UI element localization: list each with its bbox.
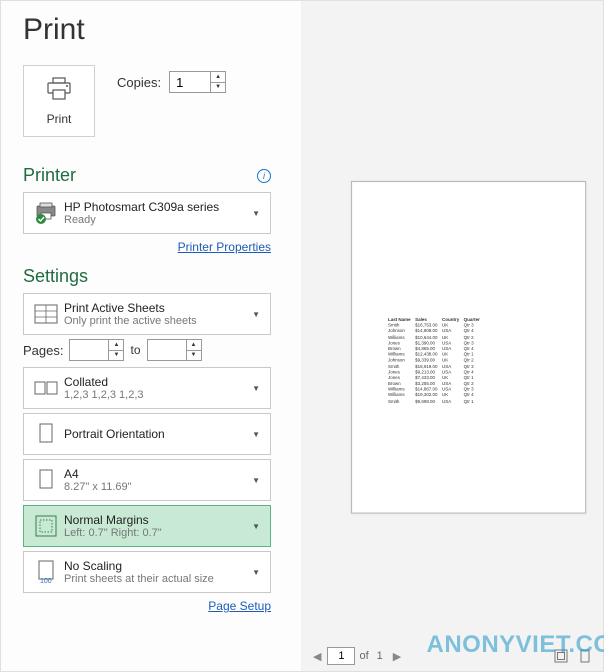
copies-input[interactable] (170, 72, 210, 92)
collated-secondary: 1,2,3 1,2,3 1,2,3 (64, 389, 248, 401)
printer-section-title: Printer (23, 165, 76, 186)
info-icon[interactable]: i (257, 169, 271, 183)
collated-icon (32, 379, 60, 397)
settings-section-title: Settings (23, 266, 271, 287)
copies-label: Copies: (117, 75, 161, 90)
print-what-primary: Print Active Sheets (64, 301, 248, 315)
zoom-to-page-button[interactable] (573, 646, 597, 666)
copies-up[interactable]: ▲ (211, 72, 225, 83)
printer-properties-link[interactable]: Printer Properties (178, 240, 271, 254)
printer-icon (45, 77, 73, 106)
orientation-selector[interactable]: Portrait Orientation ▼ (23, 413, 271, 455)
print-what-selector[interactable]: Print Active Sheets Only print the activ… (23, 293, 271, 335)
pages-label: Pages: (23, 343, 63, 358)
paper-icon (32, 469, 60, 491)
paper-primary: A4 (64, 467, 248, 481)
chevron-down-icon: ▼ (248, 384, 264, 393)
pages-to-input[interactable] (148, 340, 186, 360)
collated-primary: Collated (64, 375, 248, 389)
next-page-button[interactable]: ▶ (387, 648, 407, 665)
preview-table: Last NameSalesCountryQuarterSmith$16,753… (386, 317, 482, 404)
pages-from-input[interactable] (70, 340, 108, 360)
scaling-selector[interactable]: 100 No Scaling Print sheets at their act… (23, 551, 271, 593)
chevron-down-icon: ▼ (248, 310, 264, 319)
pages-to-down[interactable]: ▼ (187, 351, 201, 361)
chevron-down-icon: ▼ (248, 568, 264, 577)
pages-to-label: to (130, 343, 140, 357)
pages-from-up[interactable]: ▲ (109, 340, 123, 351)
pages-to-up[interactable]: ▲ (187, 340, 201, 351)
chevron-down-icon: ▼ (248, 430, 264, 439)
print-what-secondary: Only print the active sheets (64, 315, 248, 327)
copies-down[interactable]: ▼ (211, 83, 225, 93)
margins-icon (32, 515, 60, 537)
print-preview-panel: Last NameSalesCountryQuarterSmith$16,753… (301, 1, 603, 671)
printer-selector[interactable]: HP Photosmart C309a series Ready ▼ (23, 192, 271, 234)
paper-size-selector[interactable]: A4 8.27" x 11.69" ▼ (23, 459, 271, 501)
printer-name: HP Photosmart C309a series (64, 200, 248, 214)
show-margins-button[interactable] (549, 646, 573, 666)
print-button[interactable]: Print (23, 65, 95, 137)
page-setup-link[interactable]: Page Setup (208, 599, 271, 613)
scaling-icon: 100 (32, 560, 60, 584)
orientation-primary: Portrait Orientation (64, 427, 248, 441)
total-pages: 1 (377, 650, 383, 662)
pages-to-spinner[interactable]: ▲▼ (147, 339, 202, 361)
pages-from-down[interactable]: ▼ (109, 351, 123, 361)
print-button-label: Print (47, 112, 72, 126)
prev-page-button[interactable]: ◀ (307, 648, 327, 665)
paper-secondary: 8.27" x 11.69" (64, 481, 248, 493)
chevron-down-icon: ▼ (248, 522, 264, 531)
margins-secondary: Left: 0.7" Right: 0.7" (64, 527, 248, 539)
svg-text:100: 100 (40, 578, 52, 584)
sheets-icon (32, 304, 60, 324)
margins-selector[interactable]: Normal Margins Left: 0.7" Right: 0.7" ▼ (23, 505, 271, 547)
margins-primary: Normal Margins (64, 513, 248, 527)
portrait-icon (32, 423, 60, 445)
collation-selector[interactable]: Collated 1,2,3 1,2,3 1,2,3 ▼ (23, 367, 271, 409)
pages-from-spinner[interactable]: ▲▼ (69, 339, 124, 361)
page-title: Print (23, 13, 271, 47)
printer-status: Ready (64, 214, 248, 226)
scaling-primary: No Scaling (64, 559, 248, 573)
chevron-down-icon: ▼ (248, 476, 264, 485)
current-page-input[interactable] (327, 647, 355, 665)
printer-ready-icon (32, 202, 60, 224)
copies-spinner[interactable]: ▲ ▼ (169, 71, 226, 93)
preview-page: Last NameSalesCountryQuarterSmith$16,753… (351, 181, 586, 514)
chevron-down-icon: ▼ (248, 209, 264, 218)
of-label: of (359, 650, 368, 662)
scaling-secondary: Print sheets at their actual size (64, 573, 248, 585)
